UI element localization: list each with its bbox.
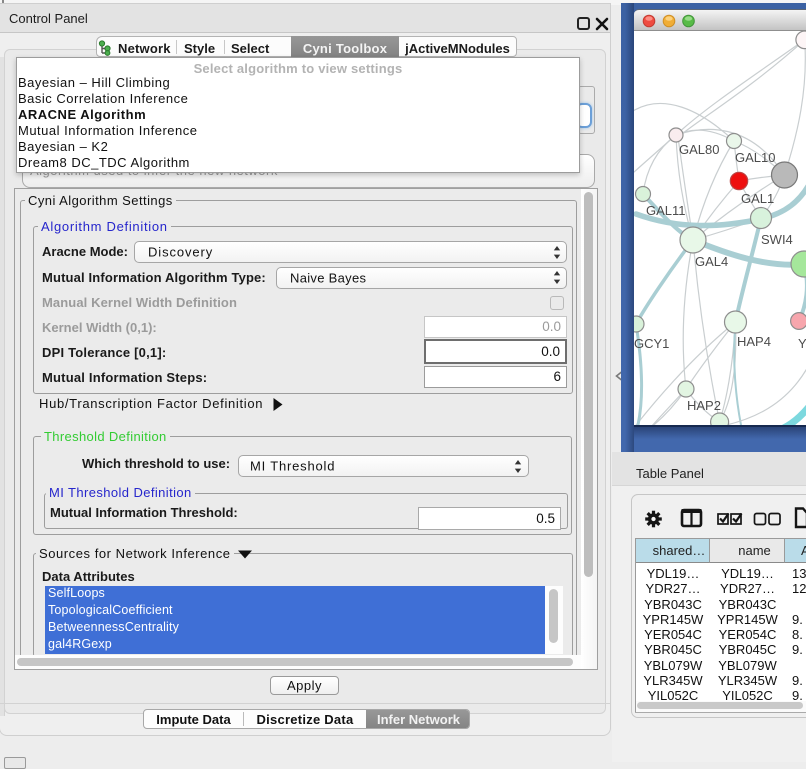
svg-text:SWI4: SWI4 — [761, 232, 793, 247]
svg-text:HAP4: HAP4 — [737, 334, 771, 349]
svg-text:GAL10: GAL10 — [735, 150, 775, 165]
svg-text:Y: Y — [798, 336, 806, 351]
svg-text:HAP2: HAP2 — [687, 398, 721, 413]
svg-text:GCY1: GCY1 — [634, 336, 669, 351]
svg-text:GAL1: GAL1 — [741, 191, 774, 206]
svg-text:GAL11: GAL11 — [646, 203, 686, 218]
svg-text:GAL80: GAL80 — [679, 142, 719, 157]
svg-text:GAL4: GAL4 — [695, 254, 728, 269]
